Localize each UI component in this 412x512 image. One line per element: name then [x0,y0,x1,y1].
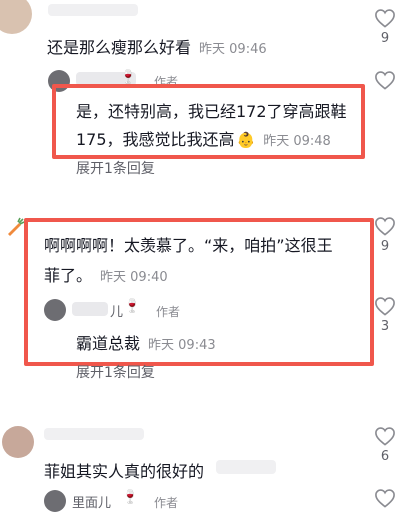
like-count: 6 [380,449,390,464]
heart-icon [375,71,395,90]
wine-glass-icon: 🍷 [120,70,137,85]
time-blurred [216,460,276,474]
like-button[interactable]: 3 [372,296,398,334]
like-button[interactable]: 9 [372,216,398,254]
carrot-avatar-icon[interactable] [4,216,26,238]
heart-icon [375,427,395,446]
baby-emoji-icon: 👶 [236,131,256,149]
comment-text-line-2: 菲了。 [44,266,93,285]
reply-time: 昨天 09:43 [148,338,216,353]
username-blurred [48,4,138,16]
avatar[interactable] [2,426,34,458]
like-button[interactable] [372,488,398,508]
author-avatar[interactable] [44,490,66,512]
heart-icon [375,489,395,508]
reply-text: 霸道总裁 [76,334,141,353]
reply-username: 儿 [110,305,124,320]
comment-text: 菲姐其实人真的很好的 [44,462,205,481]
reply-line-2: 175，我感觉比我还高 👶 昨天 09:48 [76,126,331,150]
like-count: 3 [380,319,390,334]
reply-username: 里面儿 [72,496,112,511]
reply-line: 霸道总裁 昨天 09:43 [76,330,216,354]
like-count: 9 [380,31,390,46]
comment-text-line-1: 啊啊啊啊！太羡慕了。“来，咱拍”这很王 [44,236,333,255]
comment-time: 昨天 09:46 [199,42,267,57]
like-button[interactable]: 6 [372,426,398,464]
reply-time: 昨天 09:48 [263,134,331,149]
comment-line-2: 菲了。 昨天 09:40 [44,262,168,286]
expand-replies[interactable]: 展开1条回复 [76,362,155,382]
heart-icon [375,217,395,236]
author-tag: 作者 [156,305,181,319]
author-tag: 作者 [154,496,179,510]
like-button[interactable]: 9 [372,8,398,46]
avatar[interactable] [0,0,32,34]
like-button[interactable] [372,70,398,90]
like-count: 9 [380,239,390,254]
author-avatar[interactable] [44,299,66,321]
comment-time: 昨天 09:40 [100,270,168,285]
heart-icon [375,297,395,316]
wine-glass-icon: 🍷 [122,490,139,505]
comment-1: 还是那么瘦那么好看 昨天 09:46 [47,34,267,58]
username-blurred [72,302,108,316]
reply-text-line-2: 175，我感觉比我还高 [76,130,235,149]
expand-replies[interactable]: 展开1条回复 [76,158,155,178]
reply-text-line-1: 是，还特别高，我已经172了穿高跟鞋 [76,102,347,121]
wine-glass-icon: 🍷 [124,299,141,314]
username-blurred [44,428,144,440]
comment-text: 还是那么瘦那么好看 [47,38,192,57]
heart-icon [375,9,395,28]
